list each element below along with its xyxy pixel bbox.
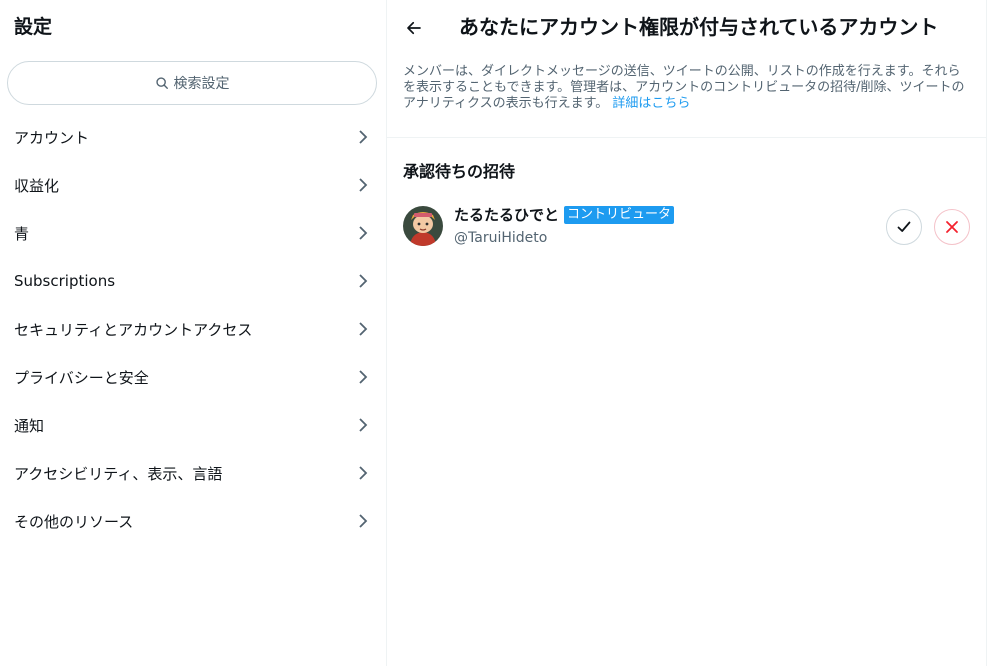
menu-item-account[interactable]: アカウント	[0, 113, 386, 161]
invite-handle: @TaruiHideto	[454, 230, 548, 246]
menu-item-label: その他のリソース	[14, 512, 134, 531]
menu-item-monetization[interactable]: 収益化	[0, 161, 386, 209]
chevron-right-icon	[358, 369, 368, 385]
description-line: アナリティクスの表示も行えます。 詳細はこちら	[403, 96, 973, 112]
delegated-accounts-panel: あなたにアカウント権限が付与されているアカウント メンバーは、ダイレクトメッセー…	[387, 0, 987, 666]
chevron-right-icon	[358, 225, 368, 241]
back-arrow-icon	[407, 21, 421, 35]
description-line: を表示することもできます。管理者は、アカウントのコントリビュータの招待/削除、ツ…	[403, 80, 965, 95]
menu-item-label: 通知	[14, 416, 45, 435]
chevron-right-icon	[358, 129, 368, 145]
chevron-right-icon	[358, 273, 368, 289]
description-text: アナリティクスの表示も行えます。	[403, 96, 609, 111]
learn-more-link[interactable]: 詳細はこちら	[612, 96, 690, 111]
chevron-right-icon	[358, 417, 368, 433]
search-icon	[155, 76, 169, 90]
menu-item-label: Subscriptions	[14, 272, 116, 290]
check-icon	[897, 221, 911, 232]
menu-item-label: プライバシーと安全	[14, 368, 149, 387]
page-title: あなたにアカウント権限が付与されているアカウント	[459, 15, 939, 39]
menu-item-label: 収益化	[14, 176, 60, 195]
chevron-right-icon	[358, 513, 368, 529]
avatar[interactable]	[403, 206, 443, 246]
menu-item-subscriptions[interactable]: Subscriptions	[0, 257, 386, 305]
settings-title: 設定	[14, 16, 53, 38]
menu-item-label: アカウント	[14, 128, 90, 147]
invite-display-name: たるたるひでと	[454, 206, 560, 224]
settings-app: 設定 検索設定 アカウント 収益化 青 Subscriptions セキュリティ…	[0, 0, 1000, 666]
menu-item-privacy[interactable]: プライバシーと安全	[0, 353, 386, 401]
accept-invite-button[interactable]	[886, 209, 922, 245]
menu-item-label: セキュリティとアカウントアクセス	[14, 320, 253, 339]
chevron-right-icon	[358, 321, 368, 337]
chevron-right-icon	[358, 465, 368, 481]
invite-name-row: たるたるひでと コントリビュータ	[454, 205, 675, 225]
settings-sidebar: 設定 検索設定 アカウント 収益化 青 Subscriptions セキュリティ…	[0, 0, 387, 666]
menu-item-blue[interactable]: 青	[0, 209, 386, 257]
settings-search-input[interactable]: 検索設定	[7, 61, 377, 105]
menu-item-resources[interactable]: その他のリソース	[0, 497, 386, 545]
back-button[interactable]	[401, 15, 427, 41]
close-icon	[946, 221, 958, 233]
description-line: メンバーは、ダイレクトメッセージの送信、ツイートの公開、リストの作成を行えます。…	[403, 64, 961, 79]
divider	[387, 137, 986, 138]
menu-item-label: 青	[14, 224, 30, 243]
menu-item-label: アクセシビリティ、表示、言語	[14, 464, 223, 483]
chevron-right-icon	[358, 177, 368, 193]
menu-item-notifications[interactable]: 通知	[0, 401, 386, 449]
menu-item-accessibility[interactable]: アクセシビリティ、表示、言語	[0, 449, 386, 497]
reject-invite-button[interactable]	[934, 209, 970, 245]
search-placeholder: 検索設定	[173, 76, 230, 92]
description: メンバーは、ダイレクトメッセージの送信、ツイートの公開、リストの作成を行えます。…	[403, 64, 973, 112]
role-badge: コントリビュータ	[564, 206, 675, 224]
settings-menu: アカウント 収益化 青 Subscriptions セキュリティとアカウントアク…	[0, 113, 386, 545]
pending-invite-row: たるたるひでと コントリビュータ @TaruiHideto	[403, 205, 973, 249]
section-title: 承認待ちの招待	[403, 162, 516, 181]
menu-item-security[interactable]: セキュリティとアカウントアクセス	[0, 305, 386, 353]
